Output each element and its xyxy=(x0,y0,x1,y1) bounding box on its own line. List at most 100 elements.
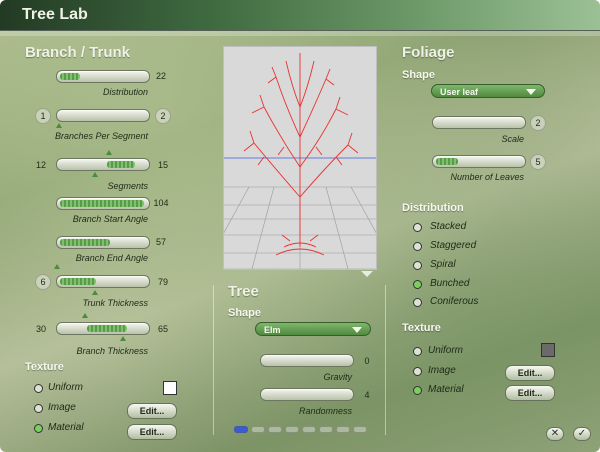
segments-value: 15 xyxy=(157,160,168,170)
distribution-bunched-label: Bunched xyxy=(430,278,470,289)
divider xyxy=(385,285,386,435)
cancel-button[interactable]: ✕ xyxy=(546,427,564,441)
foliage-texture-uniform-label: Uniform xyxy=(428,345,464,356)
branch-thickness-slider[interactable] xyxy=(56,322,150,335)
branch-texture-material-edit-button[interactable]: Edit... xyxy=(127,424,177,440)
foliage-texture-uniform-radio[interactable] xyxy=(413,347,422,356)
branches-per-segment-min: 1 xyxy=(35,108,51,124)
branches-per-segment-value: 2 xyxy=(155,108,171,124)
tree-lab-window: Tree Lab Branch / Trunk 22 Distribution … xyxy=(0,0,600,452)
chevron-down-icon xyxy=(526,89,536,95)
randomness-label: Randomness xyxy=(298,406,352,416)
slider-fill xyxy=(60,278,96,285)
distribution-slider[interactable] xyxy=(56,70,150,83)
branch-thickness-pointer-2[interactable] xyxy=(120,336,126,341)
number-of-leaves-slider[interactable] xyxy=(432,155,526,168)
foliage-texture-heading: Texture xyxy=(402,322,441,334)
slider-fill xyxy=(436,158,458,165)
trunk-thickness-min: 6 xyxy=(35,274,51,290)
foliage-shape-dropdown[interactable]: User leaf xyxy=(431,84,545,98)
distribution-stacked-label: Stacked xyxy=(430,221,467,232)
branch-heading: Branch / Trunk xyxy=(25,44,131,61)
branch-texture-material-radio[interactable] xyxy=(34,424,43,433)
distribution-spiral-label: Spiral xyxy=(430,259,456,270)
trunk-thickness-pointer-2[interactable] xyxy=(92,290,98,295)
randomness-value: 4 xyxy=(364,390,370,400)
tree-preview-viewport[interactable] xyxy=(184,46,416,270)
tree-shape-value: Elm xyxy=(264,325,281,335)
page-dot[interactable] xyxy=(302,426,316,433)
branch-start-angle-label: Branch Start Angle xyxy=(72,214,148,224)
branch-end-angle-slider[interactable] xyxy=(56,236,150,249)
trunk-thickness-pointer[interactable] xyxy=(54,264,60,269)
distribution-label: Distribution xyxy=(102,87,148,97)
tree-heading: Tree xyxy=(228,283,259,300)
branch-texture-heading: Texture xyxy=(25,361,64,373)
gravity-value: 0 xyxy=(364,356,370,366)
branch-start-angle-slider[interactable] xyxy=(56,197,150,210)
scale-slider[interactable] xyxy=(432,116,526,129)
branch-end-angle-value: 57 xyxy=(155,237,166,247)
branches-per-segment-pointer[interactable] xyxy=(56,123,62,128)
slider-fill xyxy=(60,73,80,80)
foliage-shape-value: User leaf xyxy=(440,87,479,97)
foliage-texture-image-radio[interactable] xyxy=(413,367,422,376)
distribution-coniferous-radio[interactable] xyxy=(413,298,422,307)
page-dot[interactable] xyxy=(353,426,367,433)
foliage-texture-color-swatch[interactable] xyxy=(541,343,555,357)
segments-slider[interactable] xyxy=(56,158,150,171)
branch-end-angle-label: Branch End Angle xyxy=(75,253,148,263)
branch-texture-color-swatch[interactable] xyxy=(163,381,177,395)
check-icon: ✓ xyxy=(577,428,587,439)
segments-pointer-2[interactable] xyxy=(92,172,98,177)
branch-texture-image-edit-button[interactable]: Edit... xyxy=(127,403,177,419)
foliage-texture-material-edit-button[interactable]: Edit... xyxy=(505,385,555,401)
trunk-thickness-slider[interactable] xyxy=(56,275,150,288)
distribution-value: 22 xyxy=(155,71,166,81)
gravity-slider[interactable] xyxy=(260,354,354,367)
segments-pointer[interactable] xyxy=(106,150,112,155)
foliage-heading: Foliage xyxy=(402,44,455,61)
branches-per-segment-label: Branches Per Segment xyxy=(54,131,148,141)
branch-texture-uniform-radio[interactable] xyxy=(34,384,43,393)
foliage-texture-image-edit-button[interactable]: Edit... xyxy=(505,365,555,381)
branch-texture-image-radio[interactable] xyxy=(34,404,43,413)
slider-fill xyxy=(87,325,127,332)
branch-thickness-value: 65 xyxy=(157,324,168,334)
branch-thickness-pointer[interactable] xyxy=(82,313,88,318)
distribution-staggered-radio[interactable] xyxy=(413,242,422,251)
title-bar[interactable]: Tree Lab xyxy=(0,0,600,36)
page-dot[interactable] xyxy=(234,426,248,433)
distribution-staggered-label: Staggered xyxy=(430,240,477,251)
tree-shape-label: Shape xyxy=(228,307,262,319)
ok-button[interactable]: ✓ xyxy=(573,427,591,441)
number-of-leaves-label: Number of Leaves xyxy=(450,172,524,182)
close-icon: ✕ xyxy=(550,428,560,439)
distribution-stacked-radio[interactable] xyxy=(413,223,422,232)
trunk-thickness-value: 79 xyxy=(157,277,168,287)
foliage-shape-label: Shape xyxy=(402,69,436,81)
preview-expand-arrow[interactable] xyxy=(361,271,373,277)
distribution-bunched-radio[interactable] xyxy=(413,280,422,289)
branch-texture-image-label: Image xyxy=(48,402,76,413)
slider-fill xyxy=(107,161,135,168)
branch-thickness-label: Branch Thickness xyxy=(76,346,148,356)
branch-texture-material-label: Material xyxy=(48,422,84,433)
slider-fill xyxy=(60,239,110,246)
distribution-spiral-radio[interactable] xyxy=(413,261,422,270)
foliage-texture-material-radio[interactable] xyxy=(413,386,422,395)
trunk-thickness-label: Trunk Thickness xyxy=(82,298,148,308)
branch-texture-uniform-label: Uniform xyxy=(48,382,84,393)
page-dot[interactable] xyxy=(268,426,282,433)
number-of-leaves-value: 5 xyxy=(530,154,546,170)
page-dot[interactable] xyxy=(336,426,350,433)
page-dot[interactable] xyxy=(251,426,265,433)
randomness-slider[interactable] xyxy=(260,388,354,401)
page-dot[interactable] xyxy=(319,426,333,433)
branches-per-segment-slider[interactable] xyxy=(56,109,150,122)
branch-start-angle-value: 104 xyxy=(153,198,169,208)
foliage-distribution-heading: Distribution xyxy=(402,202,464,214)
page-dot[interactable] xyxy=(285,426,299,433)
tree-shape-dropdown[interactable]: Elm xyxy=(255,322,371,336)
scale-label: Scale xyxy=(501,134,524,144)
